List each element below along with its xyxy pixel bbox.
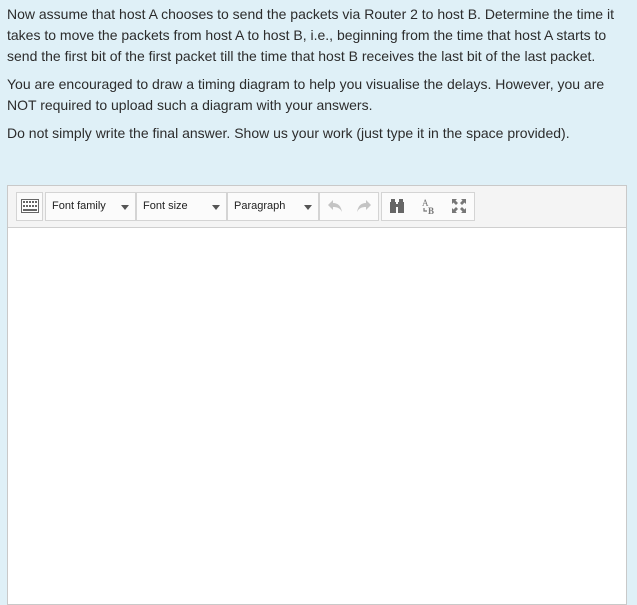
rich-text-editor: Font family Font size Paragraph A B xyxy=(7,185,627,605)
font-family-label: Font family xyxy=(52,200,106,212)
paragraph-format-select[interactable]: Paragraph xyxy=(227,192,319,221)
editor-content-area[interactable] xyxy=(8,228,626,604)
question-paragraph: Do not simply write the final answer. Sh… xyxy=(7,125,570,141)
fullscreen-button[interactable] xyxy=(444,193,474,220)
undo-button[interactable] xyxy=(320,193,350,220)
binoculars-icon xyxy=(390,199,404,213)
chevron-down-icon xyxy=(304,205,312,210)
paragraph-label: Paragraph xyxy=(234,200,286,212)
fullscreen-icon xyxy=(452,199,466,213)
question-text: Now assume that host A chooses to send t… xyxy=(7,4,631,151)
find-replace-button[interactable]: A B xyxy=(413,193,443,220)
question-paragraph: Now assume that host A chooses to send t… xyxy=(7,6,614,64)
toolbar-toggle-button[interactable] xyxy=(16,192,43,221)
undo-redo-group xyxy=(319,192,379,221)
undo-icon xyxy=(328,200,342,212)
redo-icon xyxy=(357,200,371,212)
question-paragraph: You are encouraged to draw a timing diag… xyxy=(7,76,605,113)
editor-toolbar: Font family Font size Paragraph A B xyxy=(8,186,626,228)
font-size-label: Font size xyxy=(143,200,188,212)
keyboard-icon xyxy=(21,199,39,213)
tools-group: A B xyxy=(381,192,475,221)
font-family-select[interactable]: Font family xyxy=(45,192,136,221)
chevron-down-icon xyxy=(212,205,220,210)
find-button[interactable] xyxy=(382,193,412,220)
redo-button[interactable] xyxy=(349,193,379,220)
chevron-down-icon xyxy=(121,205,129,210)
find-replace-icon: A B xyxy=(422,198,434,216)
svg-text:B: B xyxy=(428,206,434,216)
font-size-select[interactable]: Font size xyxy=(136,192,227,221)
